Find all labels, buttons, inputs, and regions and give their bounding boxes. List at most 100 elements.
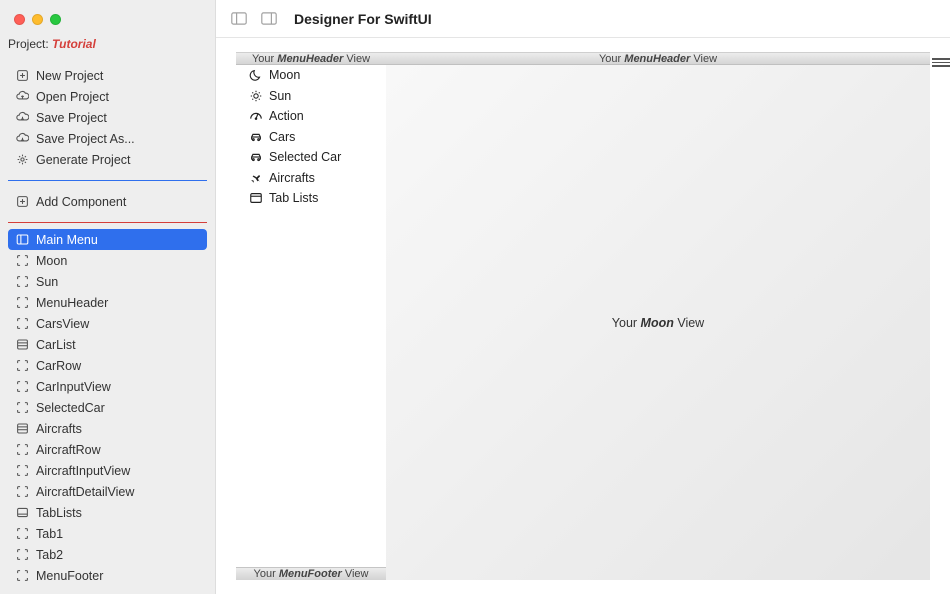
project-action-save-project-as-[interactable]: Save Project As...: [8, 128, 207, 149]
component-item-aircrafts[interactable]: Aircrafts: [8, 418, 207, 439]
project-action-open-project[interactable]: Open Project: [8, 86, 207, 107]
label: Save Project: [36, 111, 107, 125]
minimize-window-button[interactable]: [32, 14, 43, 25]
viewfinder-icon: [14, 254, 30, 267]
label: Moon: [36, 254, 67, 268]
viewfinder-icon: [14, 485, 30, 498]
component-item-carsview[interactable]: CarsView: [8, 313, 207, 334]
component-item-aircraftinputview[interactable]: AircraftInputView: [8, 460, 207, 481]
menu-item-sun[interactable]: Sun: [236, 86, 386, 107]
add-component-button[interactable]: Add Component: [8, 191, 207, 212]
preview-detail-column: Your MenuHeader View Your Moon View: [386, 52, 930, 580]
menu-item-action[interactable]: Action: [236, 106, 386, 127]
label: Sun: [36, 275, 58, 289]
components-list: Main Menu Moon Sun MenuHeader CarsView CarLis…: [0, 229, 215, 594]
cloud-down-icon: [14, 111, 30, 124]
plus-square-icon: [14, 195, 30, 208]
component-item-moon[interactable]: Moon: [8, 250, 207, 271]
main-area: Designer For SwiftUI Your MenuHeader Vie…: [216, 0, 950, 594]
component-item-carinputview[interactable]: CarInputView: [8, 376, 207, 397]
label: Add Component: [36, 195, 126, 209]
cloud-up-icon: [14, 90, 30, 103]
project-name: Tutorial: [52, 37, 96, 51]
component-item-carrow[interactable]: CarRow: [8, 355, 207, 376]
moon-icon: [248, 68, 264, 82]
menu-item-selected-car[interactable]: Selected Car: [236, 147, 386, 168]
label: CarRow: [36, 359, 81, 373]
component-item-tab2[interactable]: Tab2: [8, 544, 207, 565]
menu-item-tab-lists[interactable]: Tab Lists: [236, 188, 386, 209]
viewfinder-icon: [14, 380, 30, 393]
add-component-section: Add Component: [0, 187, 215, 216]
viewfinder-icon: [14, 275, 30, 288]
viewfinder-icon: [14, 359, 30, 372]
menu-footer-placeholder: Your MenuFooter View: [236, 567, 386, 580]
label: New Project: [36, 69, 103, 83]
project-action-new-project[interactable]: New Project: [8, 65, 207, 86]
label: Cars: [269, 130, 295, 144]
label: Moon: [269, 68, 300, 82]
viewfinder-icon: [14, 569, 30, 582]
viewfinder-icon: [14, 317, 30, 330]
toggle-detail-button[interactable]: [258, 8, 280, 30]
label: Open Project: [36, 90, 109, 104]
label: Save Project As...: [36, 132, 135, 146]
preview-menu-column: Your MenuHeader View Moon Sun Action Cars Se…: [236, 52, 386, 580]
menu-item-aircrafts[interactable]: Aircrafts: [236, 168, 386, 189]
plane-icon: [248, 171, 264, 185]
component-item-main-menu[interactable]: Main Menu: [8, 229, 207, 250]
label: Generate Project: [36, 153, 131, 167]
canvas: Your MenuHeader View Moon Sun Action Cars Se…: [216, 38, 950, 594]
toolbar: Designer For SwiftUI: [216, 0, 950, 38]
label: MenuHeader: [36, 296, 108, 310]
component-item-sun[interactable]: Sun: [8, 271, 207, 292]
component-item-tablists[interactable]: TabLists: [8, 502, 207, 523]
label: Aircrafts: [36, 422, 82, 436]
plus-square-icon: [14, 69, 30, 82]
cloud-down-icon: [14, 132, 30, 145]
label: Action: [269, 109, 304, 123]
divider: [8, 180, 207, 181]
label: Tab2: [36, 548, 63, 562]
component-item-menufooter[interactable]: MenuFooter: [8, 565, 207, 586]
component-item-aircraftrow[interactable]: AircraftRow: [8, 439, 207, 460]
car-icon: [248, 130, 264, 144]
project-label: Project:: [8, 37, 49, 51]
menu-header-placeholder: Your MenuHeader View: [236, 52, 386, 65]
close-window-button[interactable]: [14, 14, 25, 25]
label: Tab Lists: [269, 191, 318, 205]
toolbar-title: Designer For SwiftUI: [294, 11, 432, 27]
window-controls: [0, 0, 215, 25]
menu-item-moon[interactable]: Moon: [236, 65, 386, 86]
label: TabLists: [36, 506, 82, 520]
project-action-generate-project[interactable]: Generate Project: [8, 149, 207, 170]
viewfinder-icon: [14, 527, 30, 540]
viewfinder-icon: [14, 443, 30, 456]
window-icon: [248, 191, 264, 205]
component-item-menuheader[interactable]: MenuHeader: [8, 292, 207, 313]
car-icon: [248, 150, 264, 164]
component-item-carlist[interactable]: CarList: [8, 334, 207, 355]
component-item-tab1[interactable]: Tab1: [8, 523, 207, 544]
component-item-selectedcar[interactable]: SelectedCar: [8, 397, 207, 418]
project-indicator: Project: Tutorial: [0, 25, 215, 61]
list-box-icon: [14, 338, 30, 351]
viewfinder-icon: [14, 464, 30, 477]
label: AircraftRow: [36, 443, 101, 457]
menu-item-cars[interactable]: Cars: [236, 127, 386, 148]
preview-menu-list: Moon Sun Action Cars Selected CarAircrafts Ta…: [236, 65, 386, 567]
label: Sun: [269, 89, 291, 103]
project-action-save-project[interactable]: Save Project: [8, 107, 207, 128]
zoom-window-button[interactable]: [50, 14, 61, 25]
menu-icon[interactable]: [932, 58, 950, 67]
component-item-aircraftdetailview[interactable]: AircraftDetailView: [8, 481, 207, 502]
label: AircraftDetailView: [36, 485, 134, 499]
preview-container: Your MenuHeader View Moon Sun Action Cars Se…: [236, 52, 930, 580]
label: AircraftInputView: [36, 464, 130, 478]
project-actions-section: New Project Open Project Save Project Save …: [0, 61, 215, 174]
label: Tab1: [36, 527, 63, 541]
label: CarList: [36, 338, 76, 352]
sidebar: Project: Tutorial New Project Open Projec…: [0, 0, 216, 594]
toggle-sidebar-button[interactable]: [228, 8, 250, 30]
detail-header-placeholder: Your MenuHeader View: [386, 52, 930, 65]
